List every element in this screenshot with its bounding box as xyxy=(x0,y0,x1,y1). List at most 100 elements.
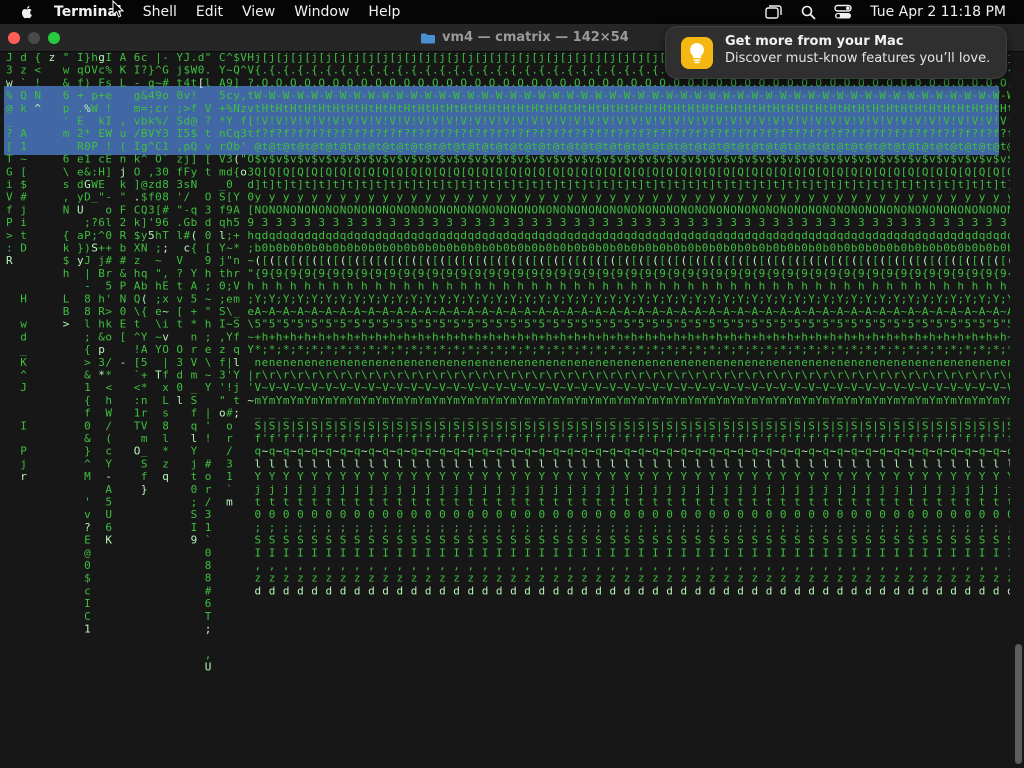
svg-text:e: e xyxy=(432,356,439,369)
svg-text:+: + xyxy=(1007,330,1010,343)
svg-text:y: y xyxy=(581,191,588,204)
svg-text:!: ! xyxy=(638,115,645,128)
svg-text:S: S xyxy=(965,419,972,432)
svg-text:!: ! xyxy=(191,89,198,102)
svg-text:?: ? xyxy=(418,127,425,140)
svg-text:S: S xyxy=(255,534,262,547)
svg-text:V: V xyxy=(418,115,425,128)
svg-text:\: \ xyxy=(1000,369,1007,382)
svg-text:{: { xyxy=(737,267,744,280)
svg-text:S: S xyxy=(681,419,688,432)
svg-text:l: l xyxy=(84,318,91,331)
svg-text:[: [ xyxy=(915,165,922,178)
svg-text:h: h xyxy=(659,330,666,343)
svg-text:e: e xyxy=(787,356,794,369)
svg-text:S: S xyxy=(510,534,517,547)
svg-text:j: j xyxy=(191,457,198,470)
svg-text:z: z xyxy=(524,572,531,585)
svg-text:j: j xyxy=(439,52,446,64)
menu-bar-clock[interactable]: Tue Apr 2 11:18 PM xyxy=(870,4,1006,20)
svg-text:$: $ xyxy=(879,153,886,166)
zoom-window-button[interactable] xyxy=(48,32,60,44)
svg-text:q: q xyxy=(752,229,759,242)
svg-text:[: [ xyxy=(503,52,510,64)
menu-window[interactable]: Window xyxy=(294,4,349,20)
svg-text:S: S xyxy=(624,419,631,432)
svg-text:v: v xyxy=(901,153,908,166)
svg-text:m: m xyxy=(397,394,404,407)
svg-text:t: t xyxy=(567,496,574,509)
svg-text:r: r xyxy=(808,369,815,382)
svg-text:l: l xyxy=(794,457,801,470)
svg-text:S: S xyxy=(837,419,844,432)
svg-text:I: I xyxy=(865,546,872,559)
svg-text:e: e xyxy=(730,356,737,369)
svg-text:d: d xyxy=(304,229,311,242)
svg-text:d: d xyxy=(737,584,744,597)
svg-text:d: d xyxy=(361,229,368,242)
svg-text:f: f xyxy=(823,432,830,445)
menu-help[interactable]: Help xyxy=(368,4,400,20)
svg-text:3: 3 xyxy=(546,216,553,229)
svg-text:": " xyxy=(773,318,780,331)
svg-text:V: V xyxy=(375,115,382,128)
svg-text:_: _ xyxy=(595,407,602,420)
svg-text:V: V xyxy=(304,115,311,128)
svg-text:|: | xyxy=(815,419,822,432)
svg-text:]: ] xyxy=(191,153,198,166)
svg-text:t: t xyxy=(340,102,347,115)
svg-text:\: \ xyxy=(475,369,482,382)
svg-text:_: _ xyxy=(894,407,901,420)
scrollbar[interactable] xyxy=(1015,644,1022,764)
svg-text:;: ; xyxy=(801,343,808,356)
svg-text:q: q xyxy=(666,229,673,242)
svg-text:W: W xyxy=(439,89,446,102)
svg-text:y: y xyxy=(823,191,830,204)
svg-text:$: $ xyxy=(468,153,475,166)
svg-text:t: t xyxy=(247,89,254,102)
svg-text:l: l xyxy=(681,457,688,470)
menu-edit[interactable]: Edit xyxy=(196,4,223,20)
svg-text:O: O xyxy=(460,203,467,216)
svg-text:b: b xyxy=(808,242,815,255)
svg-text:0: 0 xyxy=(581,508,588,521)
svg-text:9: 9 xyxy=(276,267,283,280)
terminal-content[interactable]: J 3 w% @ _?[T Gi Vf P >: Rd z ` Qk A 1 ~[$ # j i t D Hw d _ K ^ J I… xyxy=(0,52,1024,768)
svg-text:': ' xyxy=(503,432,510,445)
svg-text:\: \ xyxy=(404,369,411,382)
svg-text:|: | xyxy=(418,419,425,432)
svg-text:H: H xyxy=(759,102,766,115)
svg-text:J: J xyxy=(6,52,13,64)
svg-text:': ' xyxy=(240,140,247,153)
svg-text:q: q xyxy=(567,229,574,242)
svg-text:3: 3 xyxy=(155,165,162,178)
svg-text:e: e xyxy=(858,356,865,369)
search-icon[interactable] xyxy=(799,3,817,21)
apple-icon[interactable] xyxy=(19,4,35,20)
svg-text:q: q xyxy=(553,445,560,458)
menu-view[interactable]: View xyxy=(242,4,275,20)
svg-text:f: f xyxy=(567,432,574,445)
close-window-button[interactable] xyxy=(8,32,20,44)
window-mirror-icon[interactable] xyxy=(764,3,782,21)
svg-text:j: j xyxy=(539,52,546,64)
svg-text:!: ! xyxy=(794,115,801,128)
minimize-window-button[interactable] xyxy=(28,32,40,44)
svg-text:t: t xyxy=(425,102,432,115)
svg-text:s: s xyxy=(105,76,112,89)
menu-shell[interactable]: Shell xyxy=(143,4,177,20)
svg-text:.: . xyxy=(489,64,496,77)
svg-text:{: { xyxy=(63,229,70,242)
svg-text:b: b xyxy=(1007,242,1010,255)
svg-text:[: [ xyxy=(1000,254,1007,267)
svg-text:~: ~ xyxy=(489,381,496,394)
notification-banner[interactable]: Get more from your Mac Discover must-kno… xyxy=(665,26,1007,79)
svg-text:I: I xyxy=(439,546,446,559)
svg-text:\: \ xyxy=(730,369,737,382)
svg-text:~: ~ xyxy=(262,305,269,318)
control-center-icon[interactable] xyxy=(834,3,852,21)
svg-text:@: @ xyxy=(993,140,1000,153)
svg-text:[: [ xyxy=(673,254,680,267)
svg-text:9: 9 xyxy=(191,534,198,547)
svg-text:<: < xyxy=(34,64,41,77)
